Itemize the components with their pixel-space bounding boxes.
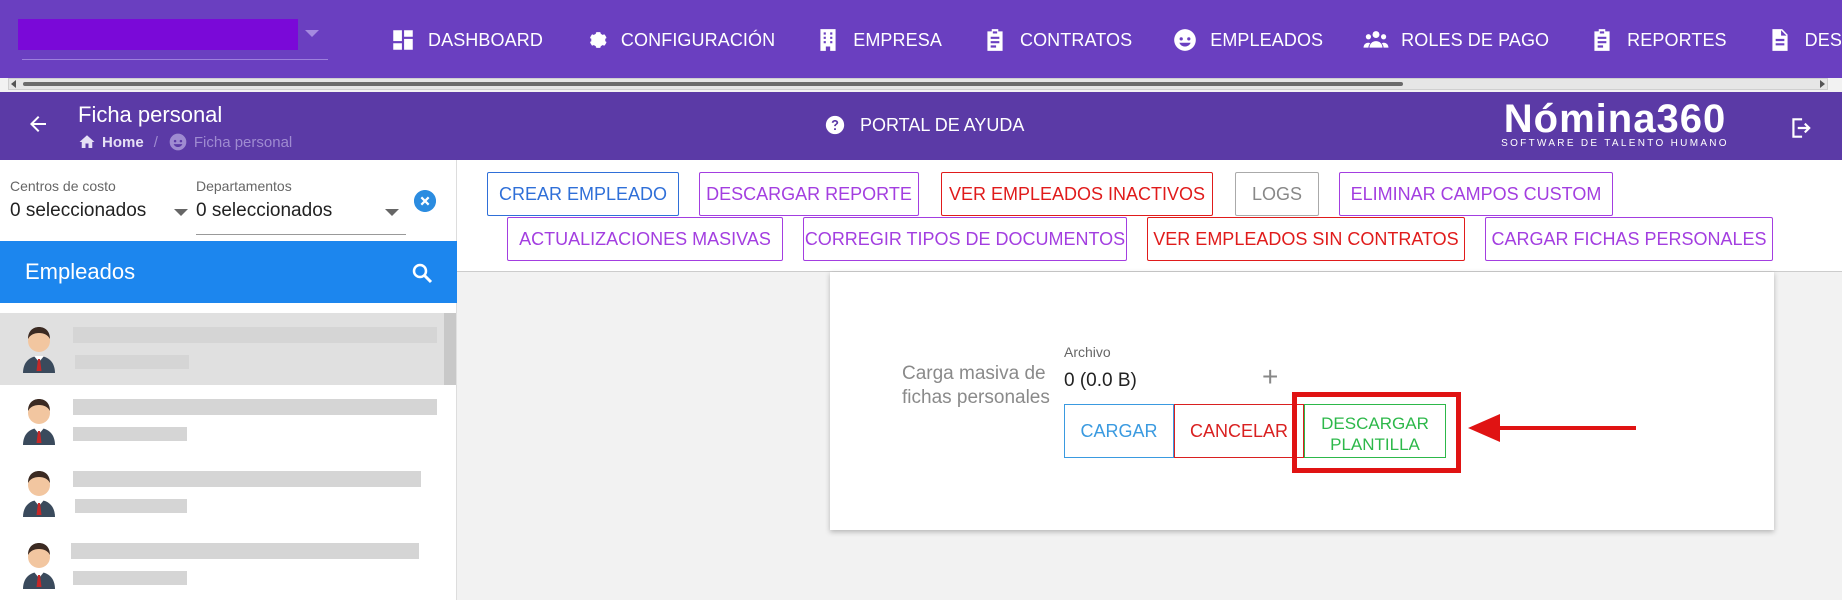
company-caret-icon[interactable] <box>305 30 319 37</box>
face-icon <box>169 133 187 151</box>
cost-center-value[interactable]: 0 seleccionados <box>10 200 146 222</box>
scrollbar-thumb[interactable] <box>23 82 1403 86</box>
avatar <box>23 399 55 445</box>
upload-button[interactable]: CARGAR <box>1064 404 1174 458</box>
list-item[interactable] <box>0 529 457 600</box>
nav-item-roles-de-pago[interactable]: ROLES DE PAGO <box>1363 22 1549 58</box>
employee-name-placeholder <box>71 543 419 559</box>
create-employee-button[interactable]: CREAR EMPLEADO <box>487 172 679 216</box>
help-icon <box>825 115 845 135</box>
document-icon <box>1772 29 1788 51</box>
main-nav: DASHBOARD CONFIGURACIÓN EMPRESA CONTRATO… <box>390 22 1842 58</box>
nav-label: DESTAJO <box>1804 29 1842 50</box>
nav-item-configuracion[interactable]: CONFIGURACIÓN <box>583 22 775 58</box>
employee-panel: Centros de costo 0 seleccionados Departa… <box>0 160 457 600</box>
list-item[interactable] <box>0 313 457 385</box>
employee-name-placeholder <box>73 327 437 343</box>
view-inactive-employees-button[interactable]: VER EMPLEADOS INACTIVOS <box>941 172 1213 216</box>
scroll-right-icon[interactable] <box>1820 80 1825 88</box>
logo: Nómina360 SOFTWARE DE TALENTO HUMANO <box>1500 96 1730 149</box>
employee-id-placeholder <box>73 427 187 441</box>
page-header: Ficha personal Home / Ficha personal POR… <box>0 92 1842 160</box>
logout-icon[interactable] <box>1788 115 1814 141</box>
breadcrumb: Home / Ficha personal <box>78 132 292 152</box>
nav-label: ROLES DE PAGO <box>1401 29 1550 50</box>
fix-document-types-button[interactable]: CORREGIR TIPOS DE DOCUMENTOS <box>803 217 1127 261</box>
employee-name-placeholder <box>73 471 421 487</box>
file-value: 0 (0.0 B) <box>1064 370 1137 391</box>
breadcrumb-home[interactable]: Home <box>102 134 144 151</box>
nav-item-reportes[interactable]: REPORTES <box>1589 22 1727 58</box>
search-icon[interactable] <box>410 261 434 285</box>
bulk-updates-button[interactable]: ACTUALIZACIONES MASIVAS <box>507 217 783 261</box>
view-employees-without-contracts-button[interactable]: VER EMPLEADOS SIN CONTRATOS <box>1147 217 1465 261</box>
page-title: Ficha personal <box>78 102 223 127</box>
building-icon <box>820 29 836 51</box>
back-arrow-icon[interactable] <box>26 112 50 136</box>
employee-name-placeholder <box>73 399 437 415</box>
cost-center-filter[interactable]: Centros de costo 0 seleccionados <box>10 178 146 222</box>
add-file-icon[interactable]: + <box>1262 363 1278 391</box>
scroll-left-icon[interactable] <box>11 80 16 88</box>
help-portal-link[interactable]: PORTAL DE AYUDA <box>824 114 1024 136</box>
department-label: Departamentos <box>196 178 292 194</box>
help-label: PORTAL DE AYUDA <box>860 114 1025 135</box>
pointer-arrow-icon <box>1468 414 1636 442</box>
nav-item-empleados[interactable]: EMPLEADOS <box>1172 22 1323 58</box>
top-navbar: DASHBOARD CONFIGURACIÓN EMPRESA CONTRATO… <box>0 0 1842 78</box>
clear-filters-icon[interactable] <box>414 190 436 212</box>
horizontal-scrollbar[interactable] <box>8 78 1828 90</box>
nav-label: CONTRATOS <box>1019 29 1133 50</box>
nav-item-dashboard[interactable]: DASHBOARD <box>390 22 543 58</box>
department-underline <box>196 234 406 235</box>
nav-label: CONFIGURACIÓN <box>620 29 776 50</box>
nav-item-empresa[interactable]: EMPRESA <box>815 22 942 58</box>
employees-header: Empleados <box>0 241 457 303</box>
employee-id-placeholder <box>75 499 187 513</box>
nav-label: REPORTES <box>1627 29 1727 50</box>
nav-item-contratos[interactable]: CONTRATOS <box>982 22 1132 58</box>
nav-item-destajo[interactable]: DESTAJO <box>1767 22 1842 58</box>
upload-personal-records-button[interactable]: CARGAR FICHAS PERSONALES <box>1485 217 1773 261</box>
logo-tagline: SOFTWARE DE TALENTO HUMANO <box>1501 138 1729 149</box>
logs-button[interactable]: LOGS <box>1235 172 1319 216</box>
employee-id-placeholder <box>73 571 187 585</box>
nav-label: EMPRESA <box>853 29 942 50</box>
chevron-down-icon[interactable] <box>174 209 188 216</box>
company-selector[interactable] <box>18 19 298 50</box>
department-value[interactable]: 0 seleccionados <box>196 200 332 222</box>
breadcrumb-current: Ficha personal <box>193 133 293 151</box>
employees-title: Empleados <box>25 259 136 284</box>
logo-name: Nómina360 <box>1503 97 1727 141</box>
avatar <box>23 327 55 373</box>
face-icon <box>1174 29 1197 51</box>
cancel-button[interactable]: CANCELAR <box>1174 404 1304 458</box>
file-label: Archivo <box>1064 344 1111 360</box>
breadcrumb-separator: / <box>153 133 158 151</box>
action-toolbar: CREAR EMPLEADO DESCARGAR REPORTE VER EMP… <box>457 160 1842 272</box>
nav-label: EMPLEADOS <box>1210 29 1324 50</box>
gear-icon <box>590 32 607 48</box>
people-icon <box>1363 31 1389 48</box>
list-item[interactable] <box>0 457 457 529</box>
cost-center-label: Centros de costo <box>10 178 116 194</box>
department-filter[interactable]: Departamentos 0 seleccionados <box>196 178 332 222</box>
chevron-down-icon[interactable] <box>385 209 399 216</box>
highlight-box <box>1292 392 1461 473</box>
avatar <box>23 471 55 517</box>
download-report-button[interactable]: DESCARGAR REPORTE <box>699 172 919 216</box>
employee-id-placeholder <box>75 355 189 369</box>
clipboard-icon <box>1594 29 1610 51</box>
avatar <box>23 543 55 589</box>
upload-description: Carga masiva de fichas personales <box>902 363 1050 408</box>
company-underline <box>22 59 328 60</box>
employee-list-scrollbar[interactable] <box>444 313 456 385</box>
delete-custom-fields-button[interactable]: ELIMINAR CAMPOS CUSTOM <box>1339 172 1613 216</box>
employee-list <box>0 313 457 600</box>
list-item[interactable] <box>0 385 457 457</box>
dashboard-icon <box>393 30 413 50</box>
clipboard-icon <box>987 29 1003 51</box>
home-icon[interactable] <box>78 133 96 151</box>
nav-label: DASHBOARD <box>428 29 543 50</box>
